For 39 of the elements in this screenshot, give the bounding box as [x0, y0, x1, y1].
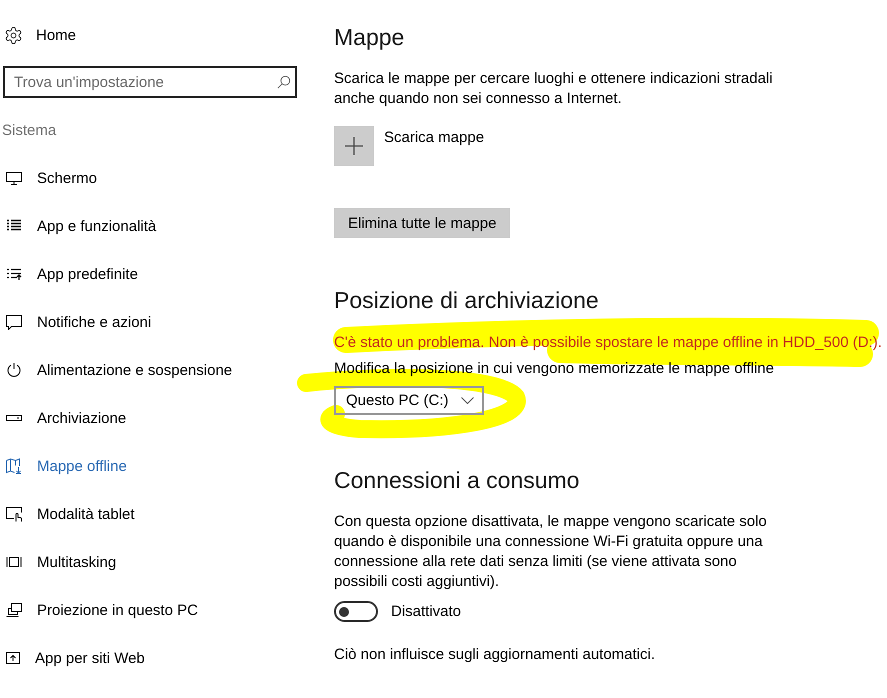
- nav-item[interactable]: Multitasking: [0, 538, 116, 586]
- nav-item[interactable]: App predefinite: [0, 250, 138, 298]
- settings-icon: [5, 26, 22, 44]
- home-link[interactable]: Home: [0, 13, 76, 57]
- nav-item[interactable]: Schermo: [0, 154, 98, 202]
- nav-item[interactable]: Modalità tablet: [0, 490, 135, 538]
- list-arrow-icon: [6, 266, 22, 282]
- section-label: Sistema: [2, 121, 56, 141]
- power-icon: [6, 362, 22, 378]
- nav-item[interactable]: Mappe offline: [0, 442, 127, 490]
- nav-item[interactable]: App per siti Web: [0, 634, 145, 682]
- section-title: Posizione di archiviazione: [334, 286, 599, 315]
- speech-bubble-icon: [6, 314, 22, 330]
- search-icon: [277, 75, 291, 89]
- nav-item[interactable]: Archiviazione: [0, 394, 126, 442]
- toggle-switch[interactable]: [334, 601, 378, 622]
- download-maps-button[interactable]: Scarica mappe: [334, 126, 484, 166]
- screens-icon: [6, 602, 22, 618]
- chevron-down-icon: [460, 396, 474, 404]
- section-title: Mappe: [334, 23, 404, 52]
- plus-icon: [334, 126, 374, 166]
- nav-item[interactable]: Notifiche e azioni: [0, 298, 152, 346]
- nav-item[interactable]: Alimentazione e sospensione: [0, 346, 232, 394]
- nav-item[interactable]: Proiezione in questo PC: [0, 586, 198, 634]
- toggle-label: Disattivato: [391, 602, 462, 622]
- search-field[interactable]: Trova un'impostazione: [3, 66, 297, 98]
- map-icon: [6, 458, 22, 474]
- tablet-hand-icon: [6, 506, 22, 522]
- delete-maps-button[interactable]: Elimina tutte le mappe: [334, 208, 510, 238]
- arrow-box-icon: [6, 652, 20, 664]
- monitor-icon: [6, 170, 22, 186]
- section-title: Connessioni a consumo: [334, 466, 580, 495]
- storage-dropdown[interactable]: Questo PC (C:): [334, 386, 484, 415]
- description-text: Scarica le mappe per cercare luoghi e ottenere indicazioni stradali anche quando non sei connesso a Internet.: [334, 69, 774, 109]
- note-text: Ciò non influisce sugli aggiornamenti automatici.: [334, 645, 656, 665]
- nav-item[interactable]: App e funzionalità: [0, 202, 156, 250]
- description-text: Con questa opzione disattivata, le mappe vengono scaricate solo quando è disponibile una connessione Wi-Fi gratuita oppure una connessione alla rete dati senza limiti (se viene attivata sono possibili costi aggiuntivi).: [334, 512, 768, 592]
- windows-stack-icon: [6, 557, 22, 567]
- drive-icon: [6, 415, 22, 421]
